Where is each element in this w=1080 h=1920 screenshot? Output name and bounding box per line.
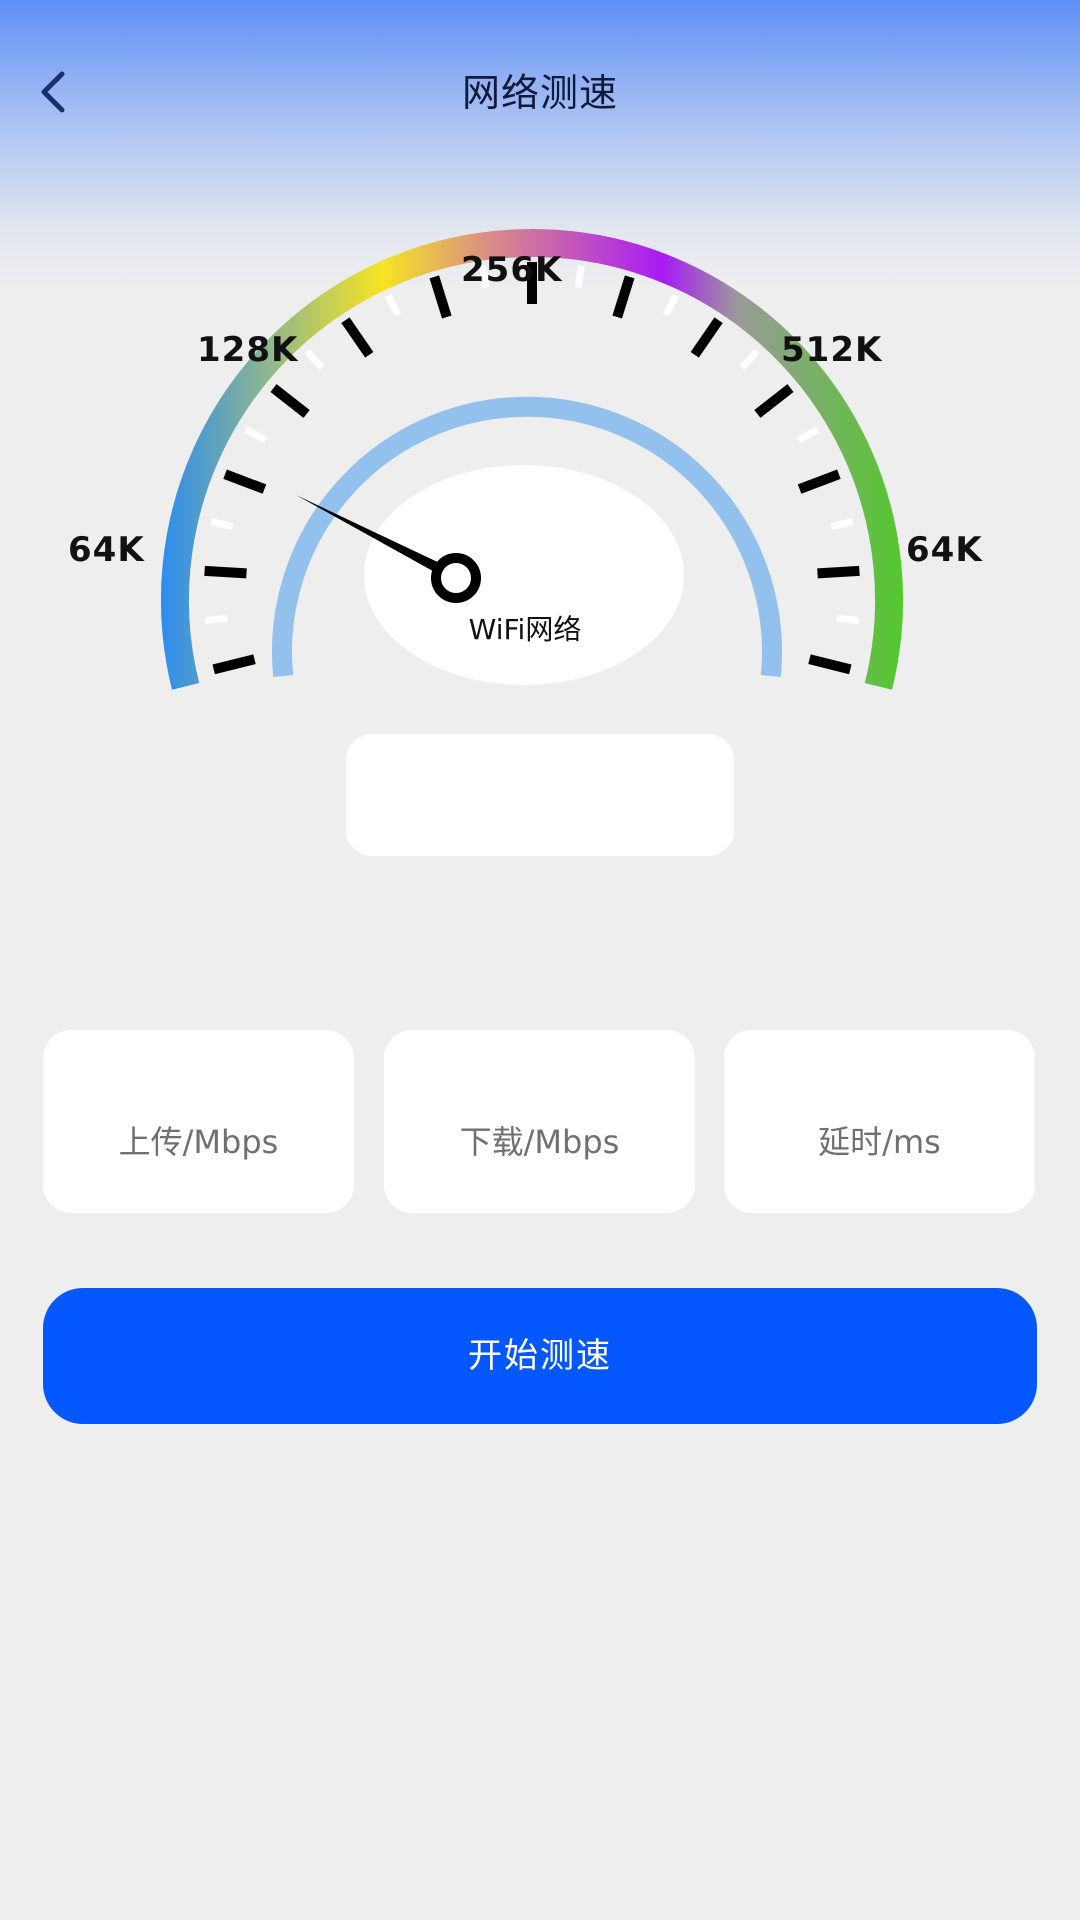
- gauge-minor-tick: [205, 614, 228, 624]
- gauge-label-128k: 128K: [197, 330, 299, 370]
- gauge-needle-hub: [431, 553, 481, 603]
- gauge-minor-tick: [662, 293, 679, 317]
- gauge-major-tick: [797, 469, 841, 494]
- latency-card: 延时/ms: [724, 1030, 1035, 1213]
- header: 网络测速: [0, 0, 1080, 180]
- gauge-major-tick: [223, 469, 267, 494]
- gauge-minor-tick: [739, 348, 760, 370]
- gauge-label-256k: 256K: [461, 250, 563, 290]
- gauge-major-tick: [270, 384, 310, 418]
- gauge-major-tick: [429, 275, 452, 319]
- gauge-label-64k-left: 64K: [68, 530, 145, 570]
- gauge-major-tick: [817, 565, 860, 579]
- upload-label: 上传/Mbps: [118, 1123, 279, 1161]
- network-type-label: WiFi网络: [468, 613, 582, 646]
- gauge-major-tick: [690, 317, 723, 358]
- gauge-minor-tick: [385, 293, 402, 317]
- download-label: 下载/Mbps: [459, 1123, 620, 1161]
- gauge-minor-tick: [836, 614, 859, 624]
- gauge-major-tick: [212, 654, 256, 675]
- start-speed-test-button[interactable]: 开始测速: [43, 1288, 1037, 1424]
- gauge-minor-tick: [304, 348, 325, 370]
- gauge-minor-tick: [574, 265, 585, 289]
- gauge-label-64k-right: 64K: [906, 530, 983, 570]
- gauge-minor-tick: [244, 426, 267, 444]
- page-title: 网络测速: [461, 71, 618, 115]
- speed-readout: [346, 734, 734, 856]
- gauge-center-disc: [364, 465, 684, 685]
- gauge-major-tick: [754, 384, 794, 418]
- gauge-major-tick: [341, 317, 374, 358]
- gauge-major-tick: [808, 654, 852, 675]
- gauge-label-512k: 512K: [781, 330, 883, 370]
- download-card: 下载/Mbps: [384, 1030, 695, 1213]
- gauge-major-tick: [204, 565, 247, 579]
- latency-label: 延时/ms: [818, 1123, 941, 1161]
- upload-card: 上传/Mbps: [43, 1030, 354, 1213]
- gauge-minor-tick: [210, 518, 234, 530]
- gauge-major-tick: [612, 275, 635, 319]
- gauge-minor-tick: [830, 518, 854, 530]
- gauge-minor-tick: [797, 426, 820, 444]
